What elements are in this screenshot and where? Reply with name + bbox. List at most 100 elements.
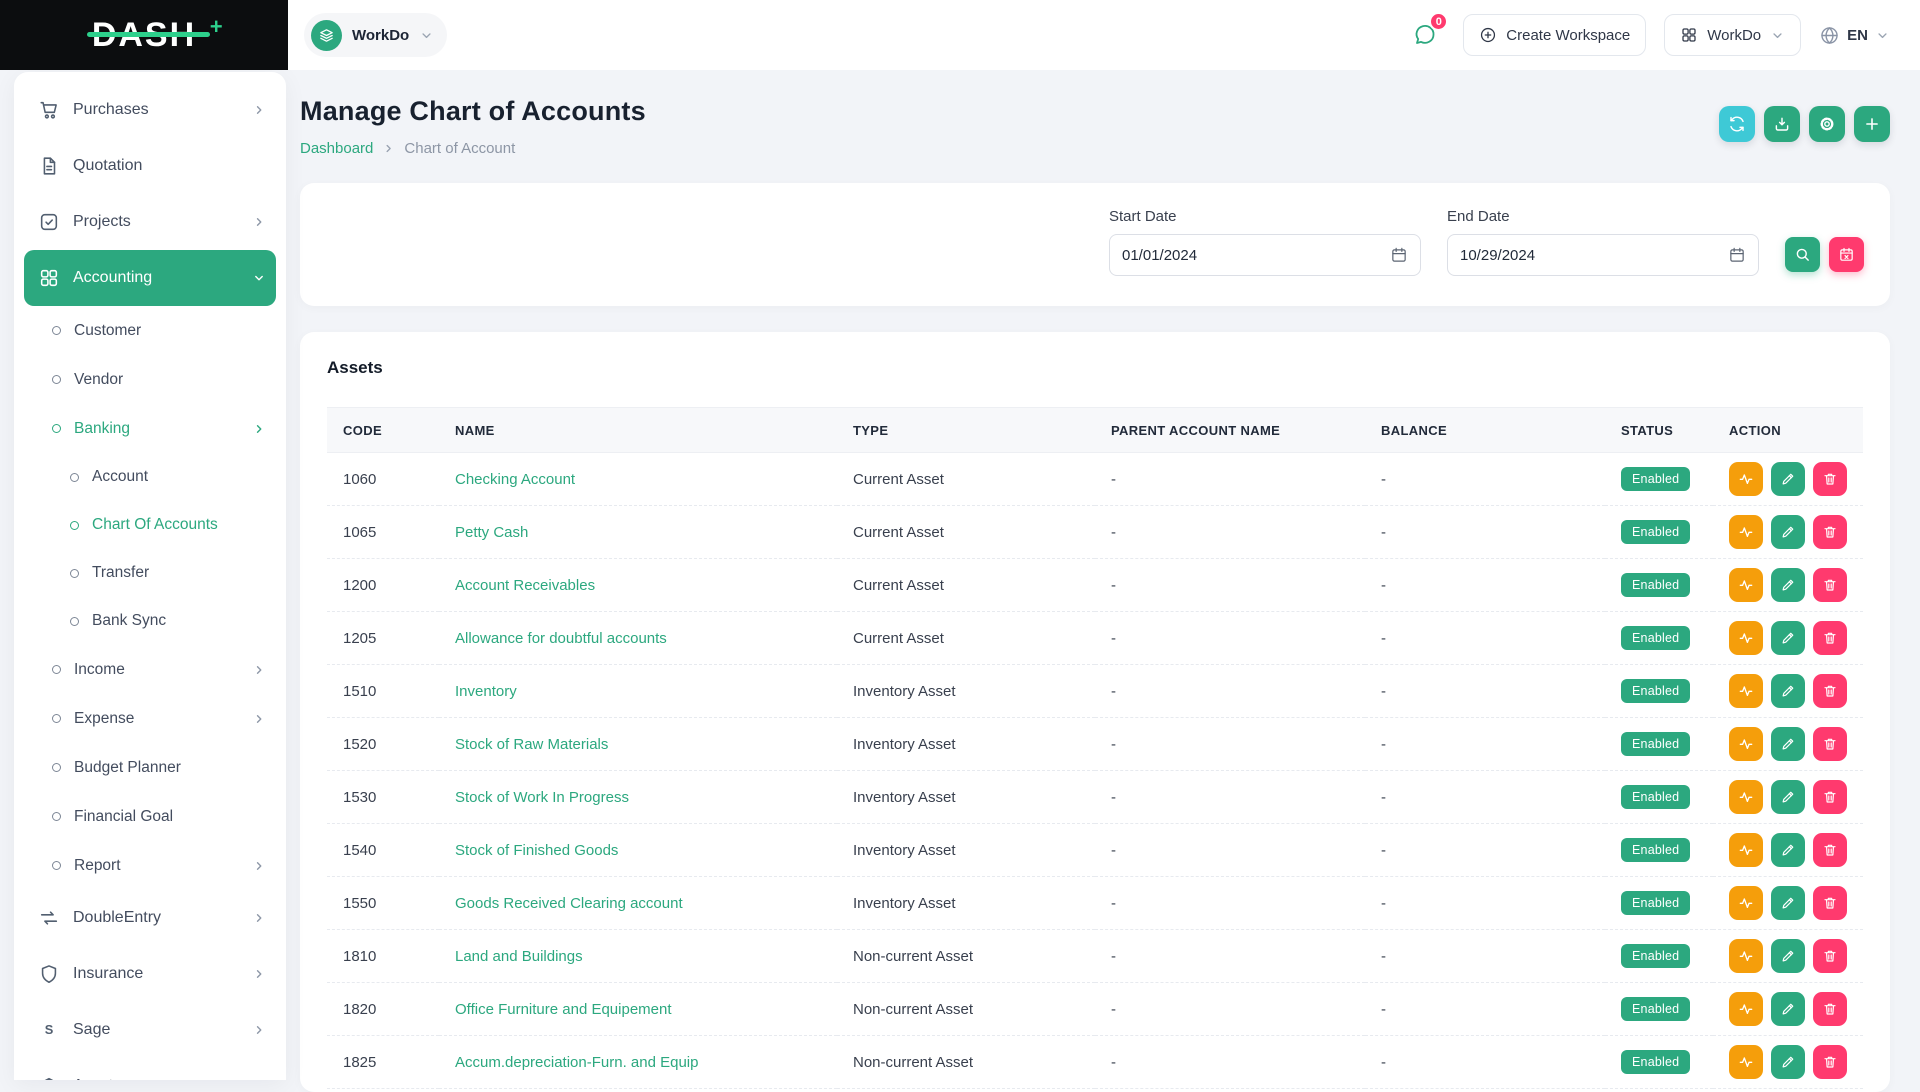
sidebar-item-insurance[interactable]: Insurance [24,946,276,1002]
account-name-link[interactable]: Stock of Work In Progress [455,789,629,806]
status-badge[interactable]: Enabled [1621,997,1690,1021]
ledger-button[interactable] [1729,674,1763,708]
ledger-button[interactable] [1729,568,1763,602]
workspace-switcher[interactable]: WorkDo [304,13,447,57]
bullet-icon [52,326,61,335]
edit-button[interactable] [1771,568,1805,602]
import-button[interactable] [1764,106,1800,142]
start-date-input[interactable]: 01/01/2024 [1109,234,1421,276]
sidebar-item-chart-of-accounts[interactable]: Chart Of Accounts [24,501,276,549]
sidebar-item-purchases[interactable]: Purchases [24,82,276,138]
add-account-button[interactable] [1854,106,1890,142]
delete-button[interactable] [1813,621,1847,655]
create-workspace-button[interactable]: Create Workspace [1463,14,1646,56]
ledger-button[interactable] [1729,939,1763,973]
account-name-link[interactable]: Office Furniture and Equipement [455,1001,672,1018]
delete-button[interactable] [1813,992,1847,1026]
sidebar-item-customer[interactable]: Customer [24,306,276,355]
account-type: Non-current Asset [837,1036,1095,1089]
account-name-link[interactable]: Petty Cash [455,524,528,541]
sidebar-item-expense[interactable]: Expense [24,694,276,743]
status-badge[interactable]: Enabled [1621,732,1690,756]
ledger-button[interactable] [1729,515,1763,549]
ledger-button[interactable] [1729,621,1763,655]
sidebar-item-account[interactable]: Account [24,453,276,501]
edit-button[interactable] [1771,992,1805,1026]
brand-logo[interactable]: DASH [0,0,288,70]
edit-button[interactable] [1771,515,1805,549]
status-badge[interactable]: Enabled [1621,467,1690,491]
language-selector[interactable]: EN [1819,25,1890,46]
account-name-link[interactable]: Stock of Finished Goods [455,842,618,859]
edit-button[interactable] [1771,939,1805,973]
sidebar-item-banking[interactable]: Banking [24,404,276,453]
messages-button[interactable]: 0 [1405,15,1445,55]
account-menu-button[interactable]: WorkDo [1664,14,1801,56]
edit-button[interactable] [1771,780,1805,814]
edit-button[interactable] [1771,1045,1805,1079]
delete-button[interactable] [1813,833,1847,867]
account-name-link[interactable]: Account Receivables [455,577,595,594]
sidebar-item-sage[interactable]: S Sage [24,1002,276,1058]
sidebar-item-doubleentry[interactable]: DoubleEntry [24,890,276,946]
ledger-button[interactable] [1729,462,1763,496]
sidebar-item-vendor[interactable]: Vendor [24,355,276,404]
account-code: 1520 [327,718,439,771]
delete-button[interactable] [1813,939,1847,973]
ledger-button[interactable] [1729,727,1763,761]
account-name-link[interactable]: Land and Buildings [455,948,583,965]
delete-button[interactable] [1813,515,1847,549]
sidebar-item-projects[interactable]: Projects [24,194,276,250]
status-badge[interactable]: Enabled [1621,520,1690,544]
refresh-button[interactable] [1719,106,1755,142]
delete-button[interactable] [1813,886,1847,920]
edit-button[interactable] [1771,621,1805,655]
sidebar-item-assets[interactable]: Assets [24,1058,276,1080]
ledger-button[interactable] [1729,780,1763,814]
status-badge[interactable]: Enabled [1621,1050,1690,1074]
sidebar-item-accounting[interactable]: Accounting [24,250,276,306]
delete-button[interactable] [1813,780,1847,814]
settings-button[interactable] [1809,106,1845,142]
status-badge[interactable]: Enabled [1621,785,1690,809]
edit-button[interactable] [1771,727,1805,761]
account-name-link[interactable]: Accum.depreciation-Furn. and Equip [455,1054,698,1071]
ledger-button[interactable] [1729,886,1763,920]
sidebar-item-budget-planner[interactable]: Budget Planner [24,743,276,792]
delete-button[interactable] [1813,568,1847,602]
account-name-link[interactable]: Goods Received Clearing account [455,895,683,912]
reset-filter-button[interactable] [1829,237,1864,272]
calendar-icon[interactable] [1390,246,1408,264]
delete-button[interactable] [1813,727,1847,761]
status-badge[interactable]: Enabled [1621,573,1690,597]
status-badge[interactable]: Enabled [1621,626,1690,650]
ledger-button[interactable] [1729,1045,1763,1079]
edit-button[interactable] [1771,886,1805,920]
breadcrumb-dashboard-link[interactable]: Dashboard [300,140,373,157]
edit-button[interactable] [1771,833,1805,867]
account-name-link[interactable]: Allowance for doubtful accounts [455,630,667,647]
delete-button[interactable] [1813,674,1847,708]
ledger-button[interactable] [1729,833,1763,867]
account-name-link[interactable]: Checking Account [455,471,575,488]
search-button[interactable] [1785,237,1820,272]
sidebar-item-quotation[interactable]: Quotation [24,138,276,194]
ledger-button[interactable] [1729,992,1763,1026]
sidebar-item-income[interactable]: Income [24,645,276,694]
sidebar-item-transfer[interactable]: Transfer [24,549,276,597]
delete-button[interactable] [1813,1045,1847,1079]
end-date-input[interactable]: 10/29/2024 [1447,234,1759,276]
status-badge[interactable]: Enabled [1621,891,1690,915]
calendar-icon[interactable] [1728,246,1746,264]
status-badge[interactable]: Enabled [1621,679,1690,703]
delete-button[interactable] [1813,462,1847,496]
sidebar-item-financial-goal[interactable]: Financial Goal [24,792,276,841]
edit-button[interactable] [1771,462,1805,496]
status-badge[interactable]: Enabled [1621,838,1690,862]
sidebar-item-report[interactable]: Report [24,841,276,890]
sidebar-item-bank-sync[interactable]: Bank Sync [24,597,276,645]
account-name-link[interactable]: Stock of Raw Materials [455,736,608,753]
account-name-link[interactable]: Inventory [455,683,517,700]
edit-button[interactable] [1771,674,1805,708]
status-badge[interactable]: Enabled [1621,944,1690,968]
